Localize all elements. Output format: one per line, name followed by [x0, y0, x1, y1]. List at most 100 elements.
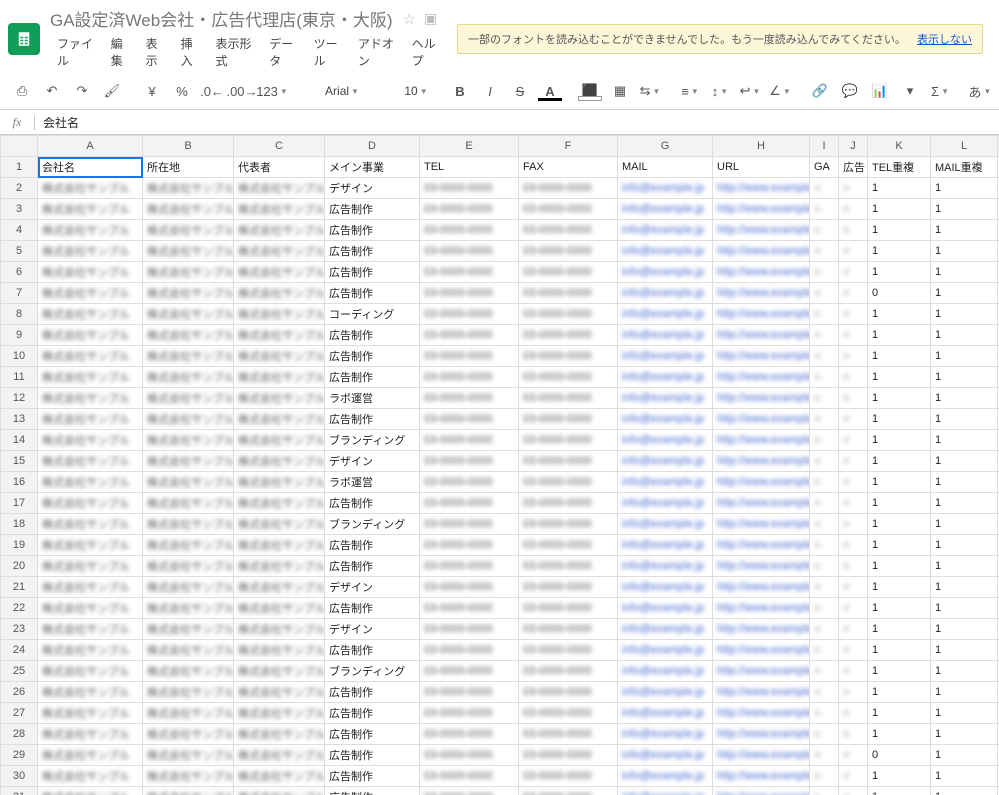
cell-F18[interactable]: 03-0000-0000: [519, 514, 618, 535]
menu-0[interactable]: ファイル: [50, 33, 102, 71]
cell-F21[interactable]: 03-0000-0000: [519, 577, 618, 598]
fill-color-button[interactable]: ⬛: [576, 80, 604, 102]
cell-I11[interactable]: ○: [810, 367, 839, 388]
cell-L26[interactable]: 1: [931, 682, 998, 703]
cell-I21[interactable]: ○: [810, 577, 839, 598]
cell-A6[interactable]: 株式会社サンプル: [38, 262, 143, 283]
cell-B12[interactable]: 株式会社サンプル: [143, 388, 234, 409]
cell-G12[interactable]: info@example.jp: [618, 388, 713, 409]
select-all-corner[interactable]: [1, 136, 38, 157]
cell-E31[interactable]: 03-0000-0000: [420, 787, 519, 795]
cell-E7[interactable]: 03-0000-0000: [420, 283, 519, 304]
cell-H7[interactable]: http://www.example: [713, 283, 810, 304]
print-button[interactable]: ⎙: [8, 80, 36, 102]
cell-K10[interactable]: 1: [868, 346, 931, 367]
cell-E8[interactable]: 03-0000-0000: [420, 304, 519, 325]
cell-C29[interactable]: 株式会社サンプル: [234, 745, 325, 766]
cell-F20[interactable]: 03-0000-0000: [519, 556, 618, 577]
cell-E25[interactable]: 03-0000-0000: [420, 661, 519, 682]
cell-G28[interactable]: info@example.jp: [618, 724, 713, 745]
cell-F12[interactable]: 03-0000-0000: [519, 388, 618, 409]
cell-H23[interactable]: http://www.example: [713, 619, 810, 640]
cell-F27[interactable]: 03-0000-0000: [519, 703, 618, 724]
cell-D11[interactable]: 広告制作: [325, 367, 420, 388]
row-header-28[interactable]: 28: [1, 724, 38, 745]
cell-B27[interactable]: 株式会社サンプル: [143, 703, 234, 724]
cell-K15[interactable]: 1: [868, 451, 931, 472]
strikethrough-button[interactable]: S: [506, 80, 534, 102]
cell-A22[interactable]: 株式会社サンプル: [38, 598, 143, 619]
col-header-D[interactable]: D: [325, 136, 420, 157]
cell-A26[interactable]: 株式会社サンプル: [38, 682, 143, 703]
cell-D15[interactable]: デザイン: [325, 451, 420, 472]
cell-L7[interactable]: 1: [931, 283, 998, 304]
row-header-23[interactable]: 23: [1, 619, 38, 640]
cell-J26[interactable]: ○: [839, 682, 868, 703]
menu-3[interactable]: 挿入: [174, 33, 207, 71]
cell-A5[interactable]: 株式会社サンプル: [38, 241, 143, 262]
col-header-L[interactable]: L: [931, 136, 998, 157]
cell-E3[interactable]: 03-0000-0000: [420, 199, 519, 220]
cell-H27[interactable]: http://www.example: [713, 703, 810, 724]
cell-C26[interactable]: 株式会社サンプル: [234, 682, 325, 703]
cell-E26[interactable]: 03-0000-0000: [420, 682, 519, 703]
cell-G6[interactable]: info@example.jp: [618, 262, 713, 283]
menu-1[interactable]: 編集: [104, 33, 137, 71]
cell-F19[interactable]: 03-0000-0000: [519, 535, 618, 556]
cell-J22[interactable]: ○: [839, 598, 868, 619]
cell-K27[interactable]: 1: [868, 703, 931, 724]
cell-E19[interactable]: 03-0000-0000: [420, 535, 519, 556]
cell-L6[interactable]: 1: [931, 262, 998, 283]
cell-A4[interactable]: 株式会社サンプル: [38, 220, 143, 241]
cell-B9[interactable]: 株式会社サンプル: [143, 325, 234, 346]
cell-J28[interactable]: ○: [839, 724, 868, 745]
cell-G13[interactable]: info@example.jp: [618, 409, 713, 430]
cell-C13[interactable]: 株式会社サンプル: [234, 409, 325, 430]
cell-H9[interactable]: http://www.example: [713, 325, 810, 346]
cell-A21[interactable]: 株式会社サンプル: [38, 577, 143, 598]
insert-chart-button[interactable]: 📊: [866, 80, 894, 102]
cell-G9[interactable]: info@example.jp: [618, 325, 713, 346]
cell-B23[interactable]: 株式会社サンプル: [143, 619, 234, 640]
cell-J18[interactable]: ○: [839, 514, 868, 535]
cell-G16[interactable]: info@example.jp: [618, 472, 713, 493]
cell-H4[interactable]: http://www.example: [713, 220, 810, 241]
cell-C8[interactable]: 株式会社サンプル: [234, 304, 325, 325]
cell-D2[interactable]: デザイン: [325, 178, 420, 199]
cell-B16[interactable]: 株式会社サンプル: [143, 472, 234, 493]
cell-A23[interactable]: 株式会社サンプル: [38, 619, 143, 640]
cell-A24[interactable]: 株式会社サンプル: [38, 640, 143, 661]
col-header-K[interactable]: K: [868, 136, 931, 157]
input-tools-button[interactable]: あ▼: [966, 80, 994, 102]
cell-L2[interactable]: 1: [931, 178, 998, 199]
cell-D7[interactable]: 広告制作: [325, 283, 420, 304]
cell-A27[interactable]: 株式会社サンプル: [38, 703, 143, 724]
cell-I10[interactable]: ○: [810, 346, 839, 367]
cell-E17[interactable]: 03-0000-0000: [420, 493, 519, 514]
cell-D17[interactable]: 広告制作: [325, 493, 420, 514]
cell-J19[interactable]: ○: [839, 535, 868, 556]
undo-button[interactable]: ↶: [38, 80, 66, 102]
cell-J3[interactable]: ○: [839, 199, 868, 220]
cell-C27[interactable]: 株式会社サンプル: [234, 703, 325, 724]
cell-C18[interactable]: 株式会社サンプル: [234, 514, 325, 535]
cell-K23[interactable]: 1: [868, 619, 931, 640]
cell-D8[interactable]: コーディング: [325, 304, 420, 325]
cell-J20[interactable]: ○: [839, 556, 868, 577]
cell-F28[interactable]: 03-0000-0000: [519, 724, 618, 745]
cell-J1[interactable]: 広告: [839, 157, 868, 178]
cell-D12[interactable]: ラボ運営: [325, 388, 420, 409]
cell-F29[interactable]: 03-0000-0000: [519, 745, 618, 766]
cell-K30[interactable]: 1: [868, 766, 931, 787]
row-header-3[interactable]: 3: [1, 199, 38, 220]
cell-G21[interactable]: info@example.jp: [618, 577, 713, 598]
cell-A17[interactable]: 株式会社サンプル: [38, 493, 143, 514]
cell-E13[interactable]: 03-0000-0000: [420, 409, 519, 430]
cell-C15[interactable]: 株式会社サンプル: [234, 451, 325, 472]
cell-K26[interactable]: 1: [868, 682, 931, 703]
cell-I19[interactable]: ○: [810, 535, 839, 556]
col-header-A[interactable]: A: [38, 136, 143, 157]
cell-D28[interactable]: 広告制作: [325, 724, 420, 745]
row-header-19[interactable]: 19: [1, 535, 38, 556]
cell-H20[interactable]: http://www.example: [713, 556, 810, 577]
